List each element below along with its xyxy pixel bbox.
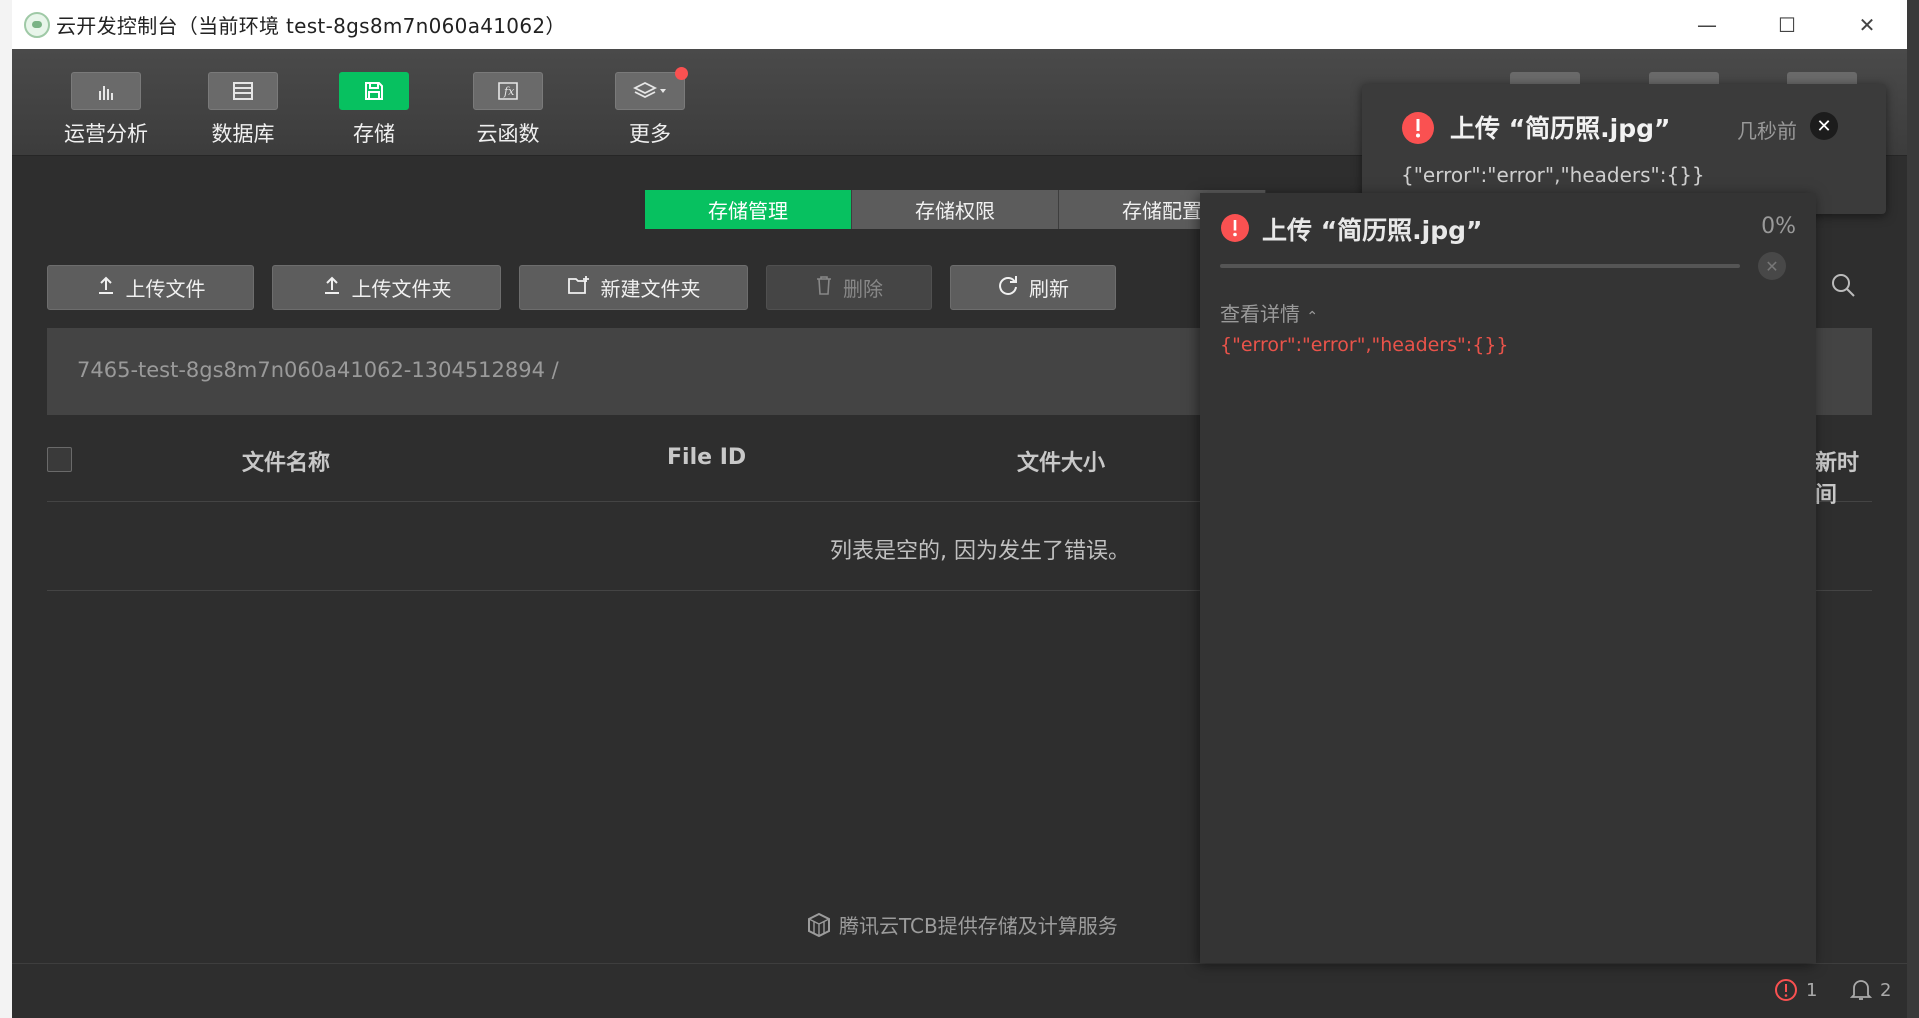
maximize-button[interactable]: ☐ (1747, 0, 1827, 49)
upload-panel: 上传 “简历照.jpg” 0% ✕ 查看详情 ⌃ {"error":"error… (1200, 193, 1816, 963)
toolbar-item-functions[interactable]: fx 云函数 (448, 72, 568, 148)
minimize-button[interactable]: — (1667, 0, 1747, 49)
error-count[interactable]: 1 (1774, 978, 1817, 1002)
column-header-size[interactable]: 文件大小 (1017, 445, 1105, 477)
toolbar-item-label: 存储 (353, 122, 395, 146)
notification-count-value: 2 (1880, 979, 1892, 1001)
desktop-edge-right (1907, 0, 1919, 1018)
bell-icon (1850, 980, 1872, 1000)
upload-error-detail: {"error":"error","headers":{}} (1220, 334, 1509, 356)
delete-button[interactable]: 删除 (766, 265, 932, 310)
close-button[interactable]: ✕ (1827, 0, 1907, 49)
upload-title: 上传 “简历照.jpg” (1262, 216, 1483, 245)
window-title: 云开发控制台（当前环境 test-8gs8m7n060a41062） (56, 14, 566, 38)
tab-storage-permissions[interactable]: 存储权限 (852, 190, 1059, 229)
error-icon (1221, 214, 1249, 242)
upload-file-label: 上传文件 (125, 277, 206, 301)
select-all-checkbox[interactable] (47, 447, 72, 472)
new-folder-icon (567, 275, 591, 300)
upload-progress-bar (1220, 264, 1740, 268)
app-window: 云开发控制台（当前环境 test-8gs8m7n060a41062） — ☐ ✕… (12, 0, 1907, 1018)
view-details-toggle[interactable]: 查看详情 ⌃ (1220, 298, 1318, 327)
toolbar-item-label: 云函数 (476, 122, 540, 146)
chevron-up-icon: ⌃ (1306, 309, 1319, 325)
view-details-label: 查看详情 (1220, 302, 1300, 326)
upload-folder-label: 上传文件夹 (351, 277, 452, 301)
search-icon[interactable] (1830, 272, 1907, 302)
function-icon: fx (473, 72, 543, 110)
bucket-path[interactable]: 7465-test-8gs8m7n060a41062-1304512894 / (77, 358, 559, 382)
error-icon (1775, 979, 1797, 1001)
empty-message: 列表是空的, 因为发生了错误。 (830, 539, 1130, 564)
new-folder-label: 新建文件夹 (600, 277, 701, 301)
toolbar-item-analytics[interactable]: 运营分析 (46, 72, 166, 148)
new-folder-button[interactable]: 新建文件夹 (519, 265, 748, 310)
status-bar: 1 2 (12, 963, 1907, 1018)
toast-title: 上传 “简历照.jpg” (1450, 114, 1671, 143)
tab-storage-management[interactable]: 存储管理 (645, 190, 852, 229)
notification-count[interactable]: 2 (1850, 978, 1891, 1002)
database-icon (208, 72, 278, 110)
column-header-name[interactable]: 文件名称 (242, 445, 330, 477)
storage-tabs: 存储管理 存储权限 存储配置 (645, 190, 1266, 229)
toolbar-item-label: 更多 (629, 122, 671, 146)
error-icon (1402, 112, 1434, 144)
trash-icon (815, 275, 833, 300)
title-bar: 云开发控制台（当前环境 test-8gs8m7n060a41062） — ☐ ✕ (12, 0, 1907, 49)
toolbar-item-database[interactable]: 数据库 (183, 72, 303, 148)
notification-dot (675, 67, 688, 80)
refresh-button[interactable]: 刷新 (950, 265, 1116, 310)
bar-chart-icon (71, 72, 141, 110)
upload-folder-button[interactable]: 上传文件夹 (272, 265, 501, 310)
save-icon (339, 72, 409, 110)
footer-text: 腾讯云TCB提供存储及计算服务 (839, 914, 1118, 938)
upload-file-button[interactable]: 上传文件 (47, 265, 254, 310)
delete-label: 删除 (843, 277, 883, 301)
toast-timestamp: 几秒前 (1737, 119, 1797, 143)
cancel-upload-button[interactable]: ✕ (1758, 252, 1786, 280)
window-controls: — ☐ ✕ (1667, 0, 1907, 49)
desktop-edge-left (0, 0, 12, 1018)
tencent-cloud-logo-icon (808, 912, 830, 937)
refresh-icon (997, 274, 1019, 301)
error-count-value: 1 (1806, 979, 1818, 1001)
toast-message: {"error":"error","headers":{}} (1401, 163, 1705, 187)
app-logo-icon (24, 11, 50, 38)
toolbar-item-storage[interactable]: 存储 (314, 72, 434, 148)
upload-icon (96, 275, 116, 300)
svg-text:fx: fx (503, 85, 515, 98)
action-bar: 上传文件 上传文件夹 新建文件夹 删除 刷新 (47, 265, 1134, 310)
column-header-file-id[interactable]: File ID (667, 445, 746, 470)
upload-icon (322, 275, 342, 300)
toolbar-item-label: 数据库 (211, 122, 275, 146)
upload-percent: 0% (1761, 214, 1796, 239)
toolbar-item-label: 运营分析 (64, 122, 148, 146)
toast-close-button[interactable]: ✕ (1810, 112, 1838, 140)
footer: 腾讯云TCB提供存储及计算服务 (805, 910, 1118, 939)
column-header-updated[interactable]: 新时间 (1815, 445, 1872, 509)
refresh-label: 刷新 (1029, 277, 1069, 301)
layers-icon (615, 67, 688, 110)
toolbar-item-more[interactable]: 更多 (590, 67, 710, 148)
